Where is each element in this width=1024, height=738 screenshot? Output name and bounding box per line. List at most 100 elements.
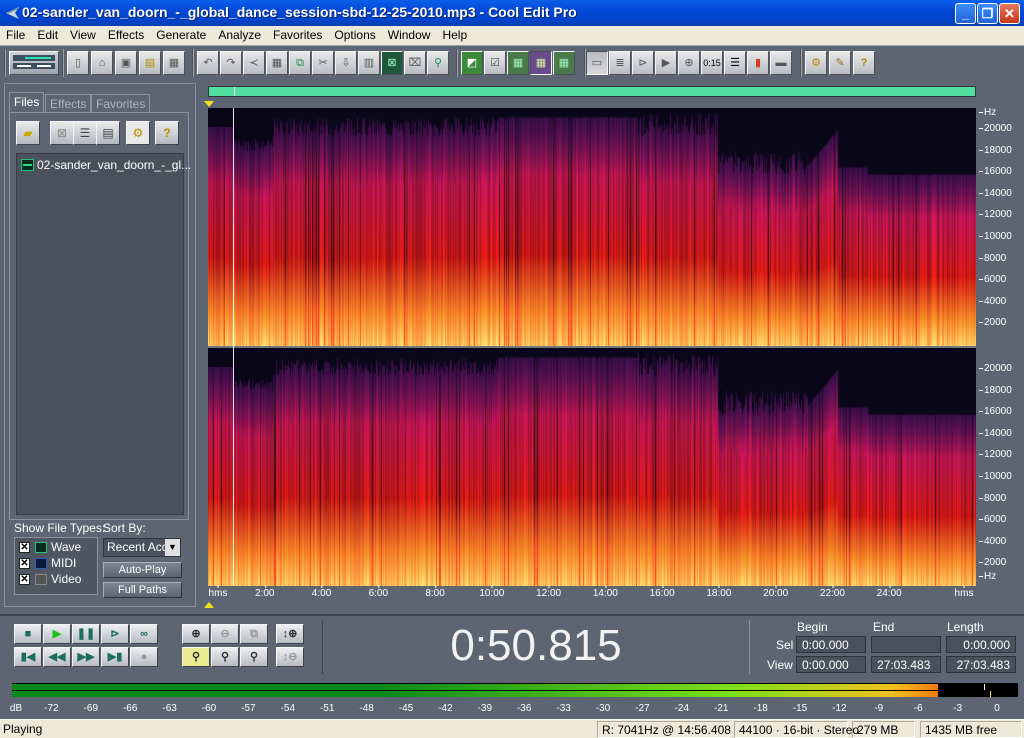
save-button[interactable]: ▣ xyxy=(115,51,137,75)
spectral-display[interactable] xyxy=(208,108,976,586)
sel-end-field[interactable] xyxy=(871,636,941,653)
undo-button[interactable]: ↶ xyxy=(197,51,219,75)
view-begin-field[interactable]: 0:00.000 xyxy=(796,656,866,673)
copy-to-new-button[interactable]: ▦ xyxy=(266,51,288,75)
zoom-in-vertical-button[interactable]: ↕⊕ xyxy=(276,624,304,644)
view-end-field[interactable]: 27:03.483 xyxy=(871,656,941,673)
zoom-in-window-button[interactable]: ⊕ xyxy=(678,51,700,75)
scripts-button[interactable]: ✎ xyxy=(829,51,851,75)
zoom-full-button[interactable]: ⧉ xyxy=(240,624,268,644)
close-file-button[interactable]: ⊠ xyxy=(50,121,74,145)
status-bar-button[interactable]: ▬ xyxy=(770,51,792,75)
sel-length-field[interactable]: 0:00.000 xyxy=(946,636,1016,653)
play-to-end-button[interactable]: ⊳ xyxy=(101,624,129,644)
full-paths-button[interactable]: Full Paths xyxy=(103,582,182,598)
close-button[interactable]: ✕ xyxy=(999,3,1020,24)
zoom-right-edge-button[interactable]: ⚲ xyxy=(240,647,268,667)
save-all-button[interactable]: ▤ xyxy=(139,51,161,75)
overview-bar[interactable] xyxy=(208,86,976,97)
play-button[interactable]: ▶ xyxy=(43,624,71,644)
multitrack-toggle-button[interactable] xyxy=(9,51,59,75)
help-button[interactable]: ? xyxy=(853,51,875,75)
organizer-help-button[interactable]: ? xyxy=(155,121,179,145)
mix-paste-button[interactable]: ⊠ xyxy=(381,51,403,75)
loop-button[interactable]: ∞ xyxy=(130,624,158,644)
time-tick-label: 20:00 xyxy=(763,585,789,599)
open-file-button[interactable]: ⌂ xyxy=(91,51,113,75)
copy-button[interactable]: ⧉ xyxy=(289,51,311,75)
level-meter-bar[interactable] xyxy=(12,683,1018,697)
menu-effects[interactable]: Effects xyxy=(102,26,150,42)
spectrogram-right-channel[interactable] xyxy=(208,348,976,586)
menu-edit[interactable]: Edit xyxy=(31,26,64,42)
sel-begin-field[interactable]: 0:00.000 xyxy=(796,636,866,653)
spectral-pan-button[interactable]: ▦ xyxy=(530,51,552,75)
tab-effects[interactable]: Effects xyxy=(45,94,92,112)
repeat-last-button[interactable]: ≺ xyxy=(243,51,265,75)
insert-into-multitrack-button[interactable]: ☰ xyxy=(73,121,97,145)
menu-window[interactable]: Window xyxy=(382,26,437,42)
sort-by-select[interactable]: Recent Acc ▼ xyxy=(103,538,181,557)
zoom-in-horizontal-button[interactable]: ⊕ xyxy=(182,624,210,644)
new-file-button[interactable]: ▯ xyxy=(67,51,89,75)
zoom-out-horizontal-button[interactable]: ⊖ xyxy=(211,624,239,644)
time-window-icon: 0:15 xyxy=(703,58,721,68)
redo-button[interactable]: ↷ xyxy=(220,51,242,75)
tab-files[interactable]: Files xyxy=(9,92,45,113)
fast-forward-button[interactable]: ▶▶ xyxy=(72,647,100,667)
menu-analyze[interactable]: Analyze xyxy=(212,26,267,42)
paste-button[interactable]: ⇩ xyxy=(335,51,357,75)
file-list-item[interactable]: 02-sander_van_doorn_-_gl... xyxy=(21,158,191,174)
midi-checkbox[interactable]: ✕ xyxy=(19,558,30,569)
minimize-button[interactable]: _ xyxy=(955,3,976,24)
waveform-view-button[interactable]: ▦ xyxy=(507,51,529,75)
help-icon: ? xyxy=(163,126,171,140)
start-marker-top[interactable] xyxy=(204,101,214,107)
crop-button[interactable]: ⌧ xyxy=(404,51,426,75)
tab-favorites[interactable]: Favorites xyxy=(91,94,151,112)
menu-options[interactable]: Options xyxy=(328,26,381,42)
paste-to-new-button[interactable]: ▥ xyxy=(358,51,380,75)
restore-button[interactable]: ❐ xyxy=(977,3,998,24)
spectral-phase-button[interactable]: ▦ xyxy=(553,51,575,75)
menu-favorites[interactable]: Favorites xyxy=(267,26,328,42)
rewind-button[interactable]: ◀◀ xyxy=(43,647,71,667)
spectrogram-left-channel[interactable] xyxy=(208,108,976,346)
auto-play-button[interactable]: Auto-Play xyxy=(103,562,182,578)
level-meters-button[interactable]: ▮ xyxy=(747,51,769,75)
edit-view-button[interactable]: ☑ xyxy=(484,51,506,75)
menu-help[interactable]: Help xyxy=(436,26,473,42)
zoom-to-selection-button[interactable]: ⚲ xyxy=(182,647,210,667)
hz-unit-label: Hz xyxy=(979,571,996,582)
selection-window-button[interactable]: ☰ xyxy=(724,51,746,75)
go-to-start-button[interactable]: ▮◀ xyxy=(14,647,42,667)
time-window-button[interactable]: 0:15 xyxy=(701,51,723,75)
playhead-cursor[interactable] xyxy=(233,108,234,586)
record-button[interactable]: ● xyxy=(130,647,158,667)
find-button[interactable]: ⚲ xyxy=(427,51,449,75)
save-selection-button[interactable]: ▦ xyxy=(163,51,185,75)
play-window-button[interactable]: ▶ xyxy=(655,51,677,75)
video-checkbox[interactable]: ✕ xyxy=(19,574,30,585)
pause-button[interactable]: ❚❚ xyxy=(72,624,100,644)
zoom-left-edge-button[interactable]: ⚲ xyxy=(211,647,239,667)
organizer-window-button[interactable]: ▭ xyxy=(586,51,608,75)
menu-file[interactable]: File xyxy=(0,26,31,42)
view-length-field[interactable]: 27:03.483 xyxy=(946,656,1016,673)
zoom-window-button[interactable]: ⊳ xyxy=(632,51,654,75)
go-to-end-button[interactable]: ▶▮ xyxy=(101,647,129,667)
stop-button[interactable]: ■ xyxy=(14,624,42,644)
open-folder-button[interactable]: ▰ xyxy=(16,121,40,145)
settings-button[interactable]: ⚙ xyxy=(805,51,827,75)
menu-view[interactable]: View xyxy=(64,26,102,42)
cut-button[interactable]: ✂ xyxy=(312,51,334,75)
start-marker-bottom[interactable] xyxy=(204,602,214,608)
transport-window-button[interactable]: ≣ xyxy=(609,51,631,75)
edit-file-button[interactable]: ▤ xyxy=(96,121,120,145)
zoom-out-vertical-button[interactable]: ↕⊖ xyxy=(276,647,304,667)
time-ruler[interactable]: hms hms 2:00 4:00 6:00 8:00 10:00 12:00 14:00 1… xyxy=(208,585,976,602)
wave-checkbox[interactable]: ✕ xyxy=(19,542,30,553)
spectral-view-button[interactable]: ◩ xyxy=(461,51,483,75)
menu-generate[interactable]: Generate xyxy=(150,26,212,42)
organizer-settings-button[interactable]: ⚙ xyxy=(126,121,150,145)
